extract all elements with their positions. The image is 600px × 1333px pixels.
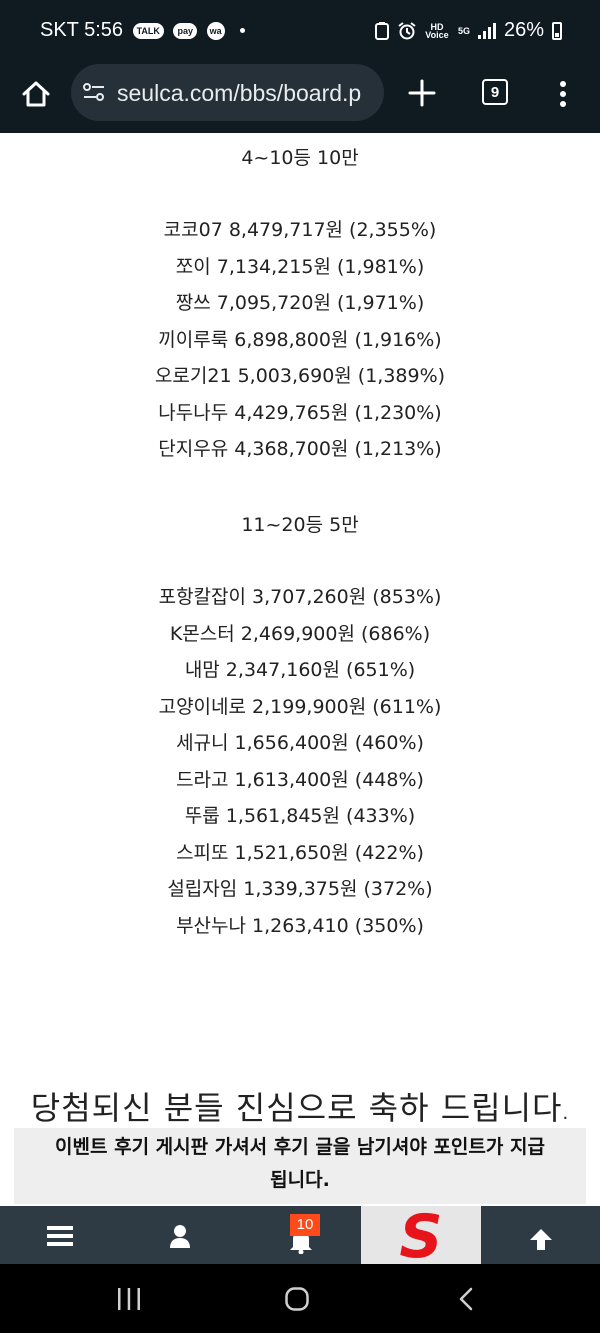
kakaotalk-icon: TALK xyxy=(132,22,164,39)
battery-icon xyxy=(552,21,562,40)
list-item: 끼이루룩 6,898,800원 (1,916%) xyxy=(158,329,442,351)
list-item: 내맘 2,347,160원 (651%) xyxy=(184,659,416,681)
pay-icon: pay xyxy=(173,22,197,39)
post-content: 4~10등 10만 코코07 8,479,717원 (2,355%) 쪼이 7,… xyxy=(0,133,600,1073)
list-item: 쪼이 7,134,215원 (1,981%) xyxy=(175,256,425,278)
site-settings-icon[interactable] xyxy=(83,82,105,102)
list-item: 세규니 1,656,400원 (460%) xyxy=(176,732,424,754)
scroll-top-button[interactable] xyxy=(481,1206,600,1264)
browser-top-area: SKT 5:56 TALK pay wa HD Voice 5G 26% seu… xyxy=(0,0,600,133)
new-tab-icon[interactable] xyxy=(407,78,437,108)
wa-icon: wa xyxy=(206,21,225,40)
arrow-up-icon xyxy=(530,1229,552,1250)
system-nav-bar xyxy=(0,1264,600,1333)
list-item: 짱쓰 7,095,720원 (1,971%) xyxy=(175,292,425,314)
list-item: 드라고 1,613,400원 (448%) xyxy=(176,769,424,791)
more-menu-icon[interactable] xyxy=(559,80,567,108)
list-item: 오로기21 5,003,690원 (1,389%) xyxy=(154,365,446,387)
hamburger-icon xyxy=(47,1226,73,1246)
notification-count-badge: 10 xyxy=(290,1214,320,1236)
notice-line-2: 됩니다. xyxy=(270,1169,330,1191)
notice-line-1: 이벤트 후기 게시판 가셔서 후기 글을 남기셔야 포인트가 지급 xyxy=(55,1136,545,1158)
list-item: 나두나두 4,429,765원 (1,230%) xyxy=(158,402,442,424)
alarm-icon xyxy=(398,21,416,39)
home-icon[interactable] xyxy=(20,78,52,110)
list-item: 단지우유 4,368,700원 (1,213%) xyxy=(158,438,442,460)
tab-switcher-button[interactable]: 9 xyxy=(482,79,508,105)
menu-button[interactable] xyxy=(0,1206,120,1264)
browser-toolbar: seulca.com/bbs/board.p 9 xyxy=(0,62,600,133)
status-bar: SKT 5:56 TALK pay wa HD Voice 5G 26% xyxy=(0,0,600,62)
hd-voice-icon: HD Voice xyxy=(425,21,449,40)
list-item: 부산누나 1,263,410 (350%) xyxy=(176,915,424,937)
url-text: seulca.com/bbs/board.p xyxy=(117,80,362,106)
carrier-time: SKT 5:56 xyxy=(40,19,124,41)
recent-apps-icon[interactable] xyxy=(117,1288,141,1310)
home-nav-icon[interactable] xyxy=(285,1287,309,1311)
congratulations-text: 당첨되신 분들 진심으로 축하 드립니다. xyxy=(30,1089,570,1127)
list-item: 설립자임 1,339,375원 (372%) xyxy=(167,878,433,900)
list-item: K몬스터 2,469,900원 (686%) xyxy=(169,623,431,645)
address-bar[interactable]: seulca.com/bbs/board.p xyxy=(71,64,384,121)
section1-heading: 4~10등 10만 xyxy=(241,147,359,169)
list-item: 코코07 8,479,717원 (2,355%) xyxy=(163,219,437,241)
status-left: SKT 5:56 TALK pay wa xyxy=(40,19,246,42)
5g-icon: 5G xyxy=(457,25,470,36)
list-item: 뚜룹 1,561,845원 (433%) xyxy=(184,805,416,827)
notice-box: 이벤트 후기 게시판 가셔서 후기 글을 남기셔야 포인트가 지급 됩니다. xyxy=(14,1128,586,1204)
signal-icon xyxy=(477,22,496,39)
back-icon[interactable] xyxy=(459,1287,473,1311)
site-logo-button[interactable]: S xyxy=(361,1202,481,1272)
section2-heading: 11~20등 5만 xyxy=(241,514,359,536)
status-right: HD Voice 5G 26% xyxy=(374,19,562,42)
battery-percent: 26% xyxy=(503,19,544,41)
profile-button[interactable] xyxy=(120,1206,240,1264)
list-item: 포항칼잡이 3,707,260원 (853%) xyxy=(158,586,442,608)
logo-letter: S xyxy=(399,1206,442,1264)
site-logo-icon: S xyxy=(399,1202,442,1272)
list-item: 고양이네로 2,199,900원 (611%) xyxy=(158,696,442,718)
list-item: 스피또 1,521,650원 (422%) xyxy=(176,842,424,864)
battery-saver-icon xyxy=(374,21,389,40)
user-icon xyxy=(170,1225,190,1248)
more-notifications-dot xyxy=(240,28,246,34)
congratulations-label: 당첨되신 분들 진심으로 축하 드립니다 xyxy=(30,1089,563,1127)
